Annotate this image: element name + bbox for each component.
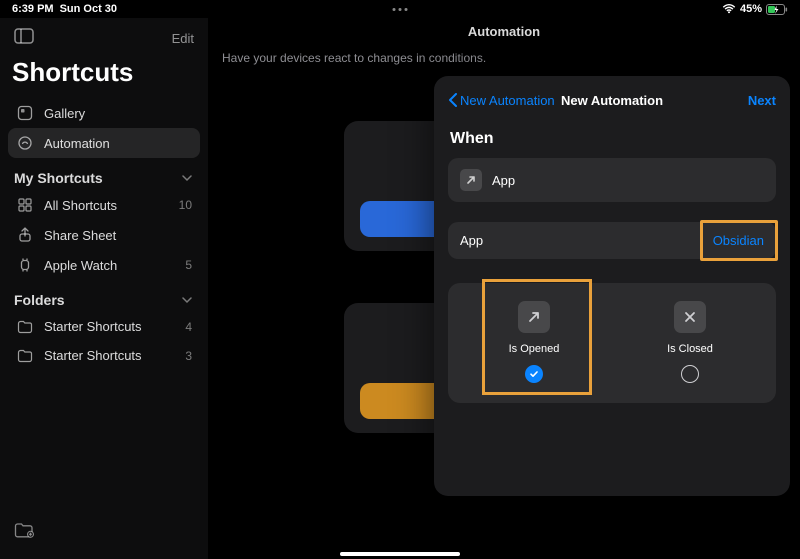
new-automation-modal: New Automation New Automation Next When … xyxy=(434,76,790,496)
status-time: 6:39 PM xyxy=(12,3,54,15)
sidebar-item-share-sheet[interactable]: Share Sheet xyxy=(8,220,200,250)
sidebar-item-label: Share Sheet xyxy=(44,228,192,243)
grid-icon xyxy=(16,197,34,213)
gallery-icon xyxy=(16,105,34,121)
sidebar: Edit Shortcuts Gallery Automation My Sho… xyxy=(0,18,208,559)
chevron-down-icon xyxy=(182,170,192,186)
open-close-panel: Is Opened Is Closed xyxy=(448,283,776,403)
next-button[interactable]: Next xyxy=(748,93,776,108)
sidebar-folder-item[interactable]: Starter Shortcuts 4 xyxy=(8,312,200,341)
modal-title: New Automation xyxy=(561,93,663,108)
wifi-icon xyxy=(722,4,736,14)
app-row-label: App xyxy=(460,233,483,248)
radio-checked-icon[interactable] xyxy=(525,365,543,383)
choice-label: Is Opened xyxy=(509,343,560,355)
choice-is-closed[interactable]: Is Closed xyxy=(612,301,768,383)
choice-is-opened[interactable]: Is Opened xyxy=(456,301,612,383)
multitask-dots-icon[interactable] xyxy=(393,8,408,11)
sidebar-item-label: Starter Shortcuts xyxy=(44,348,185,363)
sidebar-item-label: Starter Shortcuts xyxy=(44,319,185,334)
sidebar-item-label: Apple Watch xyxy=(44,258,185,273)
status-left: 6:39 PM Sun Oct 30 xyxy=(12,3,117,15)
sidebar-title: Shortcuts xyxy=(8,55,200,98)
page-title: Automation xyxy=(208,24,800,39)
sidebar-item-count: 10 xyxy=(179,198,192,212)
arrow-out-icon xyxy=(518,301,550,333)
edit-button[interactable]: Edit xyxy=(172,31,194,46)
home-indicator[interactable] xyxy=(340,552,460,556)
trigger-type-row[interactable]: App xyxy=(448,158,776,202)
app-selector-row[interactable]: App Obsidian xyxy=(448,222,776,259)
sidebar-item-count: 4 xyxy=(185,320,192,334)
when-heading: When xyxy=(448,126,776,158)
chevron-down-icon xyxy=(182,292,192,308)
sidebar-item-label: All Shortcuts xyxy=(44,198,179,213)
app-row-value: Obsidian xyxy=(713,233,764,248)
sidebar-item-gallery[interactable]: Gallery xyxy=(8,98,200,128)
sidebar-toggle-icon[interactable] xyxy=(14,28,34,49)
sidebar-item-label: Gallery xyxy=(44,106,192,121)
chevron-left-icon xyxy=(448,93,458,107)
section-label: My Shortcuts xyxy=(14,170,103,186)
sidebar-item-apple-watch[interactable]: Apple Watch 5 xyxy=(8,250,200,280)
sidebar-section-folders[interactable]: Folders xyxy=(8,280,200,312)
status-right: 45% xyxy=(722,3,788,15)
status-bar: 6:39 PM Sun Oct 30 45% xyxy=(0,0,800,18)
back-label: New Automation xyxy=(460,93,555,108)
back-button[interactable]: New Automation xyxy=(448,93,555,108)
radio-unchecked-icon[interactable] xyxy=(681,365,699,383)
trigger-type-label: App xyxy=(492,173,515,188)
sidebar-item-count: 3 xyxy=(185,349,192,363)
watch-icon xyxy=(16,257,34,273)
battery-percent: 45% xyxy=(740,3,762,15)
sidebar-section-my-shortcuts[interactable]: My Shortcuts xyxy=(8,158,200,190)
sidebar-item-all-shortcuts[interactable]: All Shortcuts 10 xyxy=(8,190,200,220)
choice-label: Is Closed xyxy=(667,343,713,355)
folder-icon xyxy=(16,349,34,363)
status-date: Sun Oct 30 xyxy=(60,3,117,15)
automation-icon xyxy=(16,135,34,151)
sidebar-folder-item[interactable]: Starter Shortcuts 3 xyxy=(8,341,200,370)
main-content: Automation Have your devices react to ch… xyxy=(208,18,800,559)
new-folder-icon[interactable] xyxy=(14,525,34,542)
sidebar-item-automation[interactable]: Automation xyxy=(8,128,200,158)
app-trigger-icon xyxy=(460,169,482,191)
share-icon xyxy=(16,227,34,243)
page-subtitle: Have your devices react to changes in co… xyxy=(208,41,800,65)
section-label: Folders xyxy=(14,292,65,308)
sidebar-item-label: Automation xyxy=(44,136,192,151)
close-icon xyxy=(674,301,706,333)
folder-icon xyxy=(16,320,34,334)
sidebar-item-count: 5 xyxy=(185,258,192,272)
battery-icon xyxy=(766,4,788,15)
